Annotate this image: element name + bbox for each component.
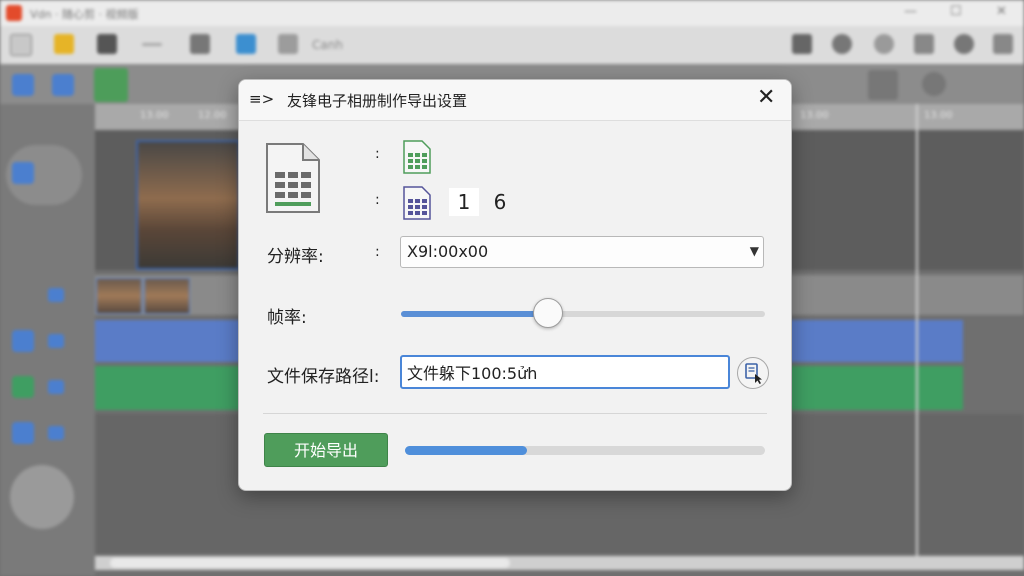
ruler-tick: 12.00	[198, 110, 227, 121]
folder-icon[interactable]	[54, 34, 74, 54]
tool-icon-3[interactable]	[874, 34, 894, 54]
effects-icon[interactable]	[52, 74, 74, 96]
ruler-tick: 13.00	[140, 110, 169, 121]
window-title: Vdn · 随心剪 · 视频版	[30, 8, 139, 21]
colon-separator: :	[375, 244, 380, 260]
tool-icon-4[interactable]	[914, 34, 934, 54]
export-settings-dialog: ≡> 友锋电子相册制作导出设置 ✕ : : 1 6 分辨率: : X9l:00x…	[238, 79, 792, 491]
close-dialog-button[interactable]: ✕	[757, 85, 775, 110]
resolution-label: 分辨率:	[267, 247, 324, 267]
video-clip[interactable]	[144, 278, 190, 314]
audio-layer-icon[interactable]	[12, 330, 34, 352]
undo-icon[interactable]	[142, 43, 162, 46]
playhead[interactable]	[916, 104, 918, 556]
fullscreen-icon[interactable]	[993, 34, 1013, 54]
dialog-title: 友锋电子相册制作导出设置	[287, 92, 468, 110]
track-visibility-icon[interactable]	[48, 426, 64, 440]
toolbar-text-item[interactable]: Canh	[312, 38, 343, 52]
app-logo-icon	[6, 5, 22, 21]
framerate-slider-fill	[401, 311, 547, 317]
green-sheet-icon	[403, 140, 431, 174]
track-mute-icon[interactable]	[48, 334, 64, 348]
divider	[263, 413, 767, 414]
ruler-tick: 13.00	[800, 110, 829, 121]
music-layer-icon[interactable]	[12, 376, 34, 398]
spreadsheet-file-icon	[266, 143, 320, 213]
dialog-header: ≡> 友锋电子相册制作导出设置 ✕	[239, 80, 791, 121]
count-value-1: 1	[449, 188, 479, 216]
tool-icon-2[interactable]	[832, 34, 852, 54]
overlay-layer-icon[interactable]	[12, 422, 34, 444]
video-clip[interactable]	[96, 278, 142, 314]
play-forward-icon[interactable]	[190, 34, 210, 54]
export-progress-fill	[405, 446, 528, 455]
save-path-input[interactable]	[400, 355, 730, 389]
video-track-icon[interactable]	[94, 68, 128, 102]
menu-arrow-icon: ≡>	[249, 90, 275, 108]
save-icon[interactable]	[97, 34, 117, 54]
minimize-icon[interactable]: —	[904, 4, 917, 19]
start-export-button[interactable]: 开始导出	[264, 433, 388, 467]
tool-icon-1[interactable]	[792, 34, 812, 54]
trim-icon[interactable]	[236, 34, 256, 54]
colon-separator: :	[375, 192, 380, 208]
maximize-icon[interactable]: ☐	[950, 4, 962, 19]
preview-thumbnail[interactable]	[136, 140, 240, 270]
copy-icon[interactable]	[278, 34, 298, 54]
save-path-label: 文件保存路径l:	[267, 367, 380, 387]
browse-file-icon	[745, 363, 762, 384]
zoom-dial[interactable]	[10, 465, 74, 529]
framerate-slider-track[interactable]	[401, 311, 765, 317]
ruler-tick: 13.00	[924, 110, 953, 121]
title-bar: Vdn · 随心剪 · 视频版 — ☐ ✕	[0, 0, 1024, 26]
snapshot-icon[interactable]	[868, 70, 898, 100]
purple-sheet-icon	[403, 186, 431, 220]
search-icon[interactable]	[954, 34, 974, 54]
framerate-slider-handle[interactable]	[532, 298, 563, 328]
export-progress-bar	[405, 446, 765, 455]
track-lock-icon[interactable]	[48, 288, 64, 302]
media-icon[interactable]	[12, 74, 34, 96]
resolution-value: X9l:00x00	[407, 242, 489, 261]
scrollbar-thumb[interactable]	[110, 558, 510, 568]
colon-separator: :	[375, 146, 380, 162]
close-window-icon[interactable]: ✕	[996, 4, 1007, 19]
new-project-icon[interactable]	[10, 34, 32, 56]
count-value-2: 6	[493, 190, 507, 214]
settings-gear-icon[interactable]	[922, 72, 946, 96]
browse-folder-button[interactable]	[737, 357, 769, 389]
video-layer-icon[interactable]	[12, 162, 34, 184]
track-mute-icon-2[interactable]	[48, 380, 64, 394]
resolution-select[interactable]: X9l:00x00 ▼	[400, 236, 764, 268]
dropdown-arrow-icon: ▼	[749, 244, 759, 258]
framerate-label: 帧率:	[267, 308, 307, 328]
